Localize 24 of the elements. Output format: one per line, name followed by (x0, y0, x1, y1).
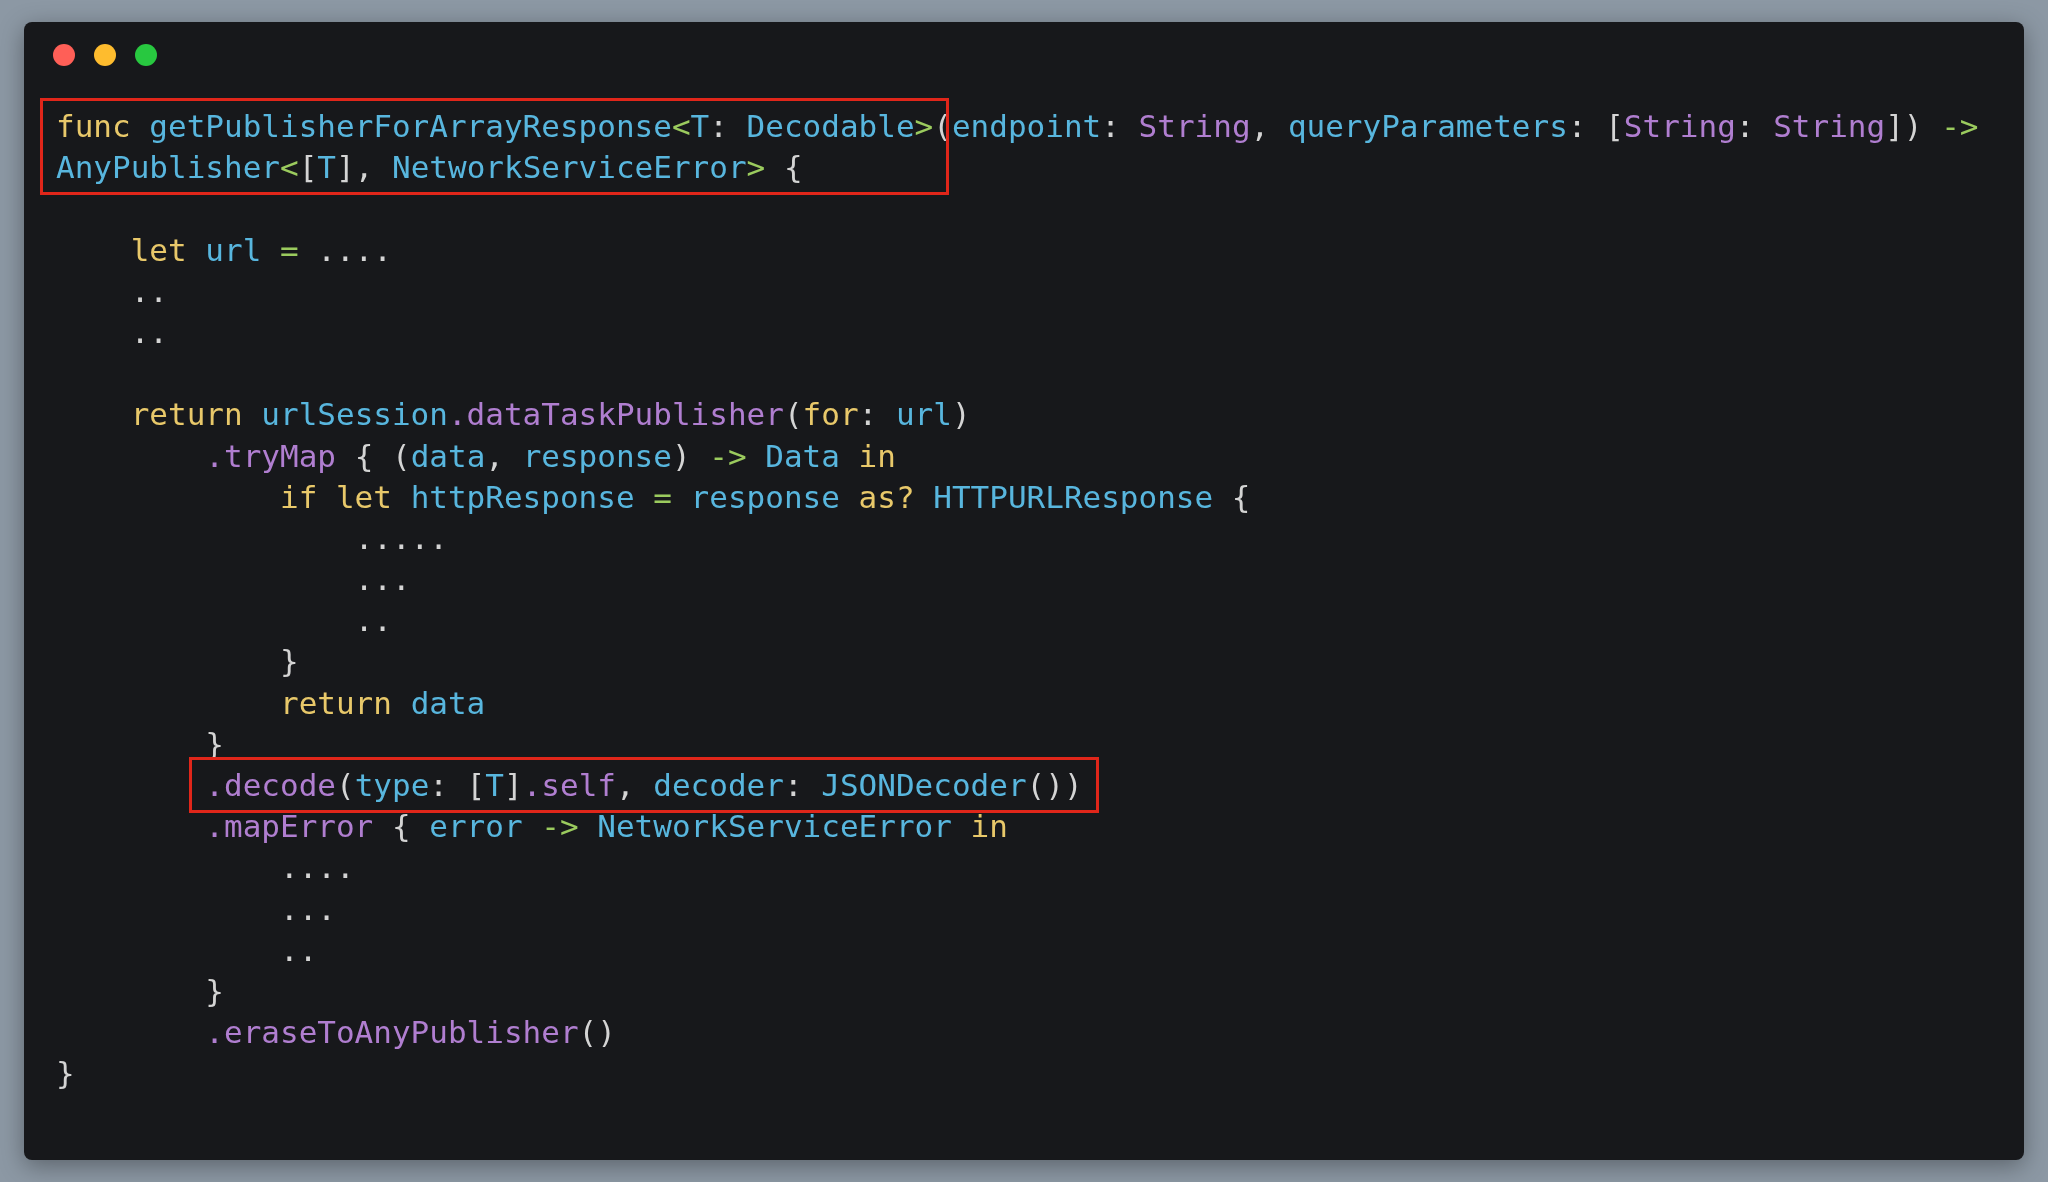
code-line: } (278, 642, 300, 682)
code-line: ... (353, 560, 412, 600)
code-line: return data (278, 683, 487, 723)
code-line: let url = .... (129, 230, 393, 270)
code-line: } (56, 1054, 76, 1094)
code-line: .decode(type: [T].self, decoder: JSONDecoder()) (204, 766, 1084, 805)
code-line: func getPublisherForArrayResponse<T: Decodable>(endpoint: String, queryParameters: [String: String]) -> (56, 107, 1980, 146)
code-line: .tryMap { (data, response) -> Data in (204, 436, 897, 476)
code-line: .mapError { error -> NetworkServiceError in (204, 807, 1009, 847)
window-button[interactable] (94, 44, 116, 66)
code-line: if let httpResponse = response as? HTTPURLResponse { (278, 477, 1252, 517)
code-line: .. (353, 601, 393, 641)
code-line: .. (278, 930, 319, 970)
code-line: ..... (353, 518, 449, 558)
window-button[interactable] (53, 44, 75, 66)
code-line: ... (278, 889, 337, 929)
code-line: AnyPublisher<[T], NetworkServiceError> { (56, 148, 804, 188)
code-line: .. (129, 312, 169, 352)
code-line: } (204, 971, 225, 1011)
code-line: .. (129, 271, 169, 311)
code-line: return urlSession.dataTaskPublisher(for: url) (129, 395, 972, 435)
code-line: .eraseToAnyPublisher() (204, 1013, 617, 1053)
window-button[interactable] (135, 44, 157, 66)
code-line: .... (278, 848, 356, 888)
